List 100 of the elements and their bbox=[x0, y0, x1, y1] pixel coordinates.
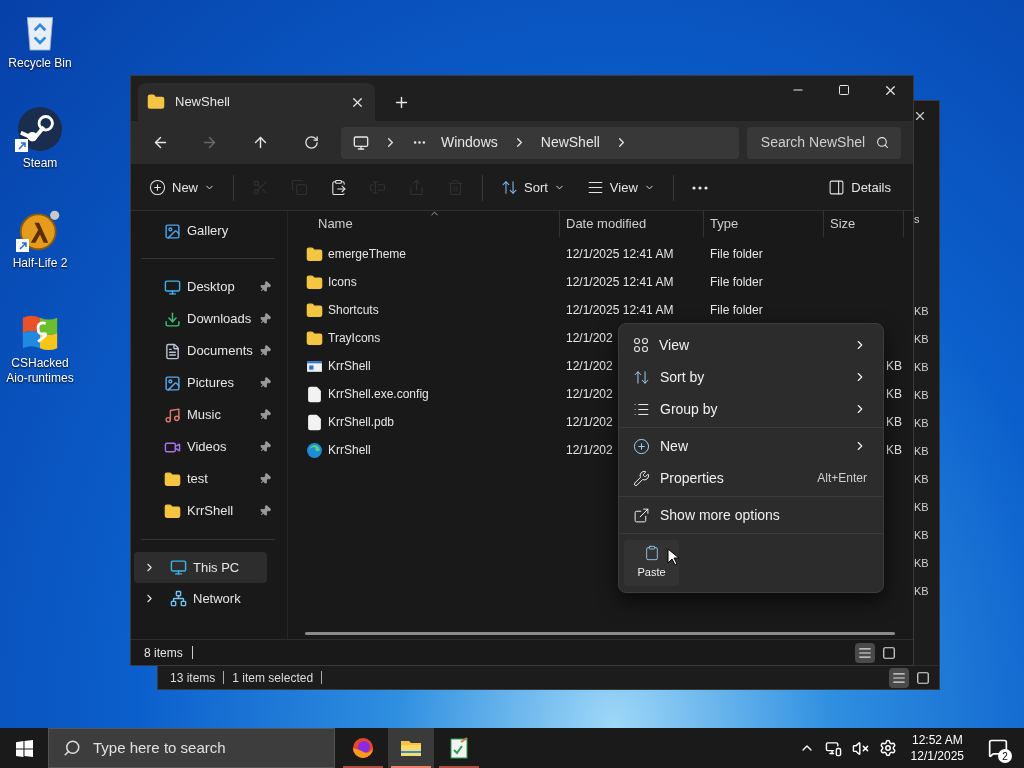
search-field[interactable]: Search NewShel bbox=[746, 126, 901, 159]
menu-item[interactable]: Sort by bbox=[623, 361, 879, 393]
file-type: File folder bbox=[710, 247, 763, 261]
file-name[interactable]: Shortcuts bbox=[328, 301, 379, 319]
network-icon[interactable] bbox=[824, 739, 842, 757]
menu-item[interactable]: Show more options bbox=[623, 499, 879, 531]
file-name[interactable]: emergeTheme bbox=[328, 245, 407, 263]
details-view-button[interactable] bbox=[889, 667, 909, 688]
sidebar-item[interactable]: Downloads bbox=[131, 303, 285, 335]
sidebar-item[interactable]: Gallery bbox=[131, 216, 285, 246]
sidebar-item[interactable]: Pictures bbox=[131, 367, 285, 399]
column-header[interactable]: Type bbox=[704, 211, 824, 237]
square-icon bbox=[916, 670, 930, 685]
file-size: KB bbox=[913, 416, 929, 431]
refresh-icon[interactable] bbox=[304, 135, 319, 150]
menu-item[interactable]: Group by bbox=[623, 393, 879, 425]
column-header[interactable]: Name bbox=[288, 211, 560, 237]
sidebar-item[interactable]: Network bbox=[134, 583, 267, 614]
settings-icon[interactable] bbox=[878, 739, 897, 757]
desktop-shortcut-icon[interactable] bbox=[17, 104, 63, 152]
folder-icon bbox=[164, 502, 181, 520]
file-name[interactable]: TrayIcons bbox=[328, 329, 381, 347]
firefox-icon bbox=[351, 736, 375, 760]
grid-icon bbox=[633, 337, 649, 353]
folder-icon bbox=[306, 245, 323, 263]
clipboard-icon bbox=[643, 545, 660, 562]
windows-logo-icon bbox=[15, 739, 33, 757]
toolbar-button[interactable]: New bbox=[141, 171, 223, 204]
folder-icon bbox=[306, 273, 323, 291]
file-size: KB bbox=[913, 500, 929, 515]
item-count: 8 items bbox=[144, 644, 183, 662]
pictures-icon bbox=[164, 374, 181, 392]
file-name[interactable]: KrrShell bbox=[328, 357, 371, 375]
sidebar-item[interactable]: KrrShell bbox=[131, 495, 285, 527]
file-type: File folder bbox=[710, 275, 763, 289]
mouse-cursor-icon bbox=[667, 548, 679, 566]
date-modified: 12/1/2025 12:41 AM bbox=[566, 247, 674, 261]
file-size: KB bbox=[913, 304, 929, 319]
date-modified: 12/1/2025 12:41 AM bbox=[566, 275, 674, 289]
file-size: KB bbox=[913, 332, 929, 347]
documents-icon bbox=[164, 342, 181, 360]
wrench-icon bbox=[633, 469, 650, 487]
file-name[interactable]: Icons bbox=[328, 273, 357, 291]
plus-circle-icon bbox=[633, 437, 650, 455]
item-count: 13 items bbox=[170, 669, 216, 687]
window-tab[interactable]: NewShell bbox=[138, 83, 375, 121]
date-modified: 12/1/202 bbox=[566, 331, 613, 345]
up-icon[interactable] bbox=[252, 134, 269, 151]
date-modified: 12/1/202 bbox=[566, 415, 613, 429]
file-name[interactable]: KrrShell bbox=[328, 441, 371, 459]
volume-muted-icon[interactable] bbox=[851, 739, 869, 757]
external-link-icon bbox=[633, 506, 650, 524]
clock[interactable]: 12:52 AM 12/1/2025 bbox=[906, 732, 968, 764]
file-name[interactable]: KrrShell.exe.config bbox=[328, 385, 429, 403]
paste-button[interactable]: Paste bbox=[624, 540, 679, 586]
menu-item[interactable]: View bbox=[623, 329, 879, 361]
sidebar-item[interactable]: test bbox=[131, 463, 285, 495]
column-header[interactable]: Date modified bbox=[560, 211, 704, 237]
taskbar-search-field[interactable]: Type here to search bbox=[48, 728, 335, 768]
sidebar-item[interactable]: Music bbox=[131, 399, 285, 431]
sidebar-item[interactable]: Documents bbox=[131, 335, 285, 367]
file-size: KB bbox=[913, 528, 929, 543]
date-modified: 12/1/202 bbox=[566, 359, 613, 373]
taskbar-app-button[interactable] bbox=[388, 728, 434, 768]
desktop-icon-label[interactable]: CSHacked Aio-runtimes bbox=[0, 356, 80, 386]
address-bar[interactable]: Windows NewShell bbox=[340, 126, 739, 159]
menu-item[interactable]: Properties Alt+Enter bbox=[623, 462, 879, 494]
file-size: KB bbox=[913, 472, 929, 487]
toolbar-button[interactable]: Details bbox=[820, 171, 899, 204]
column-header: s bbox=[913, 212, 920, 227]
file-name[interactable]: KrrShell.pdb bbox=[328, 413, 395, 431]
desktop-icon bbox=[164, 278, 181, 296]
gallery-icon bbox=[164, 222, 181, 240]
details-view-button[interactable] bbox=[855, 642, 875, 663]
sidebar-item[interactable]: Desktop bbox=[131, 271, 285, 303]
sidebar-item[interactable]: Videos bbox=[131, 431, 285, 463]
list-icon bbox=[892, 670, 906, 685]
file-type: File folder bbox=[710, 303, 763, 317]
toolbar-button[interactable]: View bbox=[578, 171, 663, 204]
notepad-icon bbox=[447, 736, 471, 760]
menu-item[interactable]: New bbox=[623, 430, 879, 462]
selection-count: 1 item selected bbox=[232, 669, 314, 687]
breadcrumb-item[interactable]: Windows bbox=[440, 132, 498, 153]
toolbar-button[interactable]: Sort bbox=[493, 171, 573, 204]
folder-icon bbox=[147, 93, 165, 111]
desktop-icon-label[interactable]: Half-Life 2 bbox=[12, 256, 68, 271]
sidebar-item[interactable]: This PC bbox=[134, 552, 267, 583]
file-size: KB bbox=[886, 414, 902, 431]
file-size: KB bbox=[913, 360, 929, 375]
column-header[interactable]: Size bbox=[824, 211, 904, 237]
date-modified: 12/1/202 bbox=[566, 387, 613, 401]
desktop-icon-label[interactable]: Steam bbox=[22, 156, 58, 171]
close-icon[interactable] bbox=[913, 109, 927, 123]
breadcrumb-item[interactable]: NewShell bbox=[540, 132, 600, 153]
desktop-icon-label[interactable]: Recycle Bin bbox=[8, 56, 72, 71]
search-icon bbox=[63, 739, 81, 757]
tab-title: NewShell bbox=[175, 93, 231, 112]
file-size: KB bbox=[913, 584, 929, 599]
maximize-icon[interactable] bbox=[838, 84, 850, 96]
file-size: KB bbox=[886, 442, 902, 459]
